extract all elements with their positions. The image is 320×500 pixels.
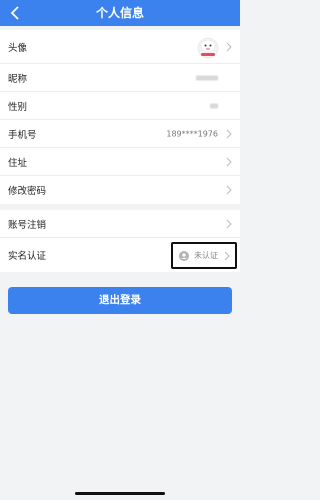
cancel-account-row[interactable]: 账号注销 [0, 210, 240, 238]
phone-label: 手机号 [8, 129, 37, 141]
logout-button[interactable]: 退出登录 [8, 287, 232, 314]
phone-row[interactable]: 手机号 189****1976 [0, 120, 240, 148]
realname-verify-row[interactable]: 实名认证 未认证 [0, 238, 240, 272]
change-password-label: 修改密码 [8, 186, 47, 197]
avatar[interactable] [196, 35, 220, 59]
chevron-right-icon [224, 251, 230, 261]
gender-value-redacted [210, 103, 218, 108]
home-indicator [75, 492, 165, 495]
chevron-right-icon [226, 157, 232, 166]
realname-verify-label: 实名认证 [8, 251, 47, 262]
address-row[interactable]: 住址 [0, 148, 240, 176]
nickname-label: 昵称 [8, 73, 28, 85]
profile-group: 头像 昵称 性别 手机号 189****1976 住址 修改密码 [0, 30, 240, 204]
verify-status-text: 未认证 [194, 251, 218, 260]
chevron-right-icon [226, 42, 232, 51]
nickname-row[interactable]: 昵称 [0, 64, 240, 92]
change-password-row[interactable]: 修改密码 [0, 176, 240, 204]
avatar-row[interactable]: 头像 [0, 30, 240, 64]
chevron-right-icon [226, 129, 232, 138]
account-group: 账号注销 实名认证 未认证 [0, 210, 240, 272]
nickname-value-redacted [196, 75, 218, 80]
verify-status-highlight[interactable]: 未认证 [171, 242, 237, 269]
address-label: 住址 [8, 157, 28, 169]
avatar-label: 头像 [8, 42, 28, 54]
user-verify-icon [179, 251, 189, 261]
top-bar: 个人信息 [0, 0, 240, 26]
gender-row[interactable]: 性别 [0, 92, 240, 120]
chevron-right-icon [226, 219, 232, 228]
phone-value: 189****1976 [166, 129, 218, 138]
chevron-right-icon [226, 185, 232, 195]
gender-label: 性别 [8, 101, 28, 113]
cancel-account-label: 账号注销 [8, 219, 47, 231]
page-title: 个人信息 [95, 6, 144, 20]
